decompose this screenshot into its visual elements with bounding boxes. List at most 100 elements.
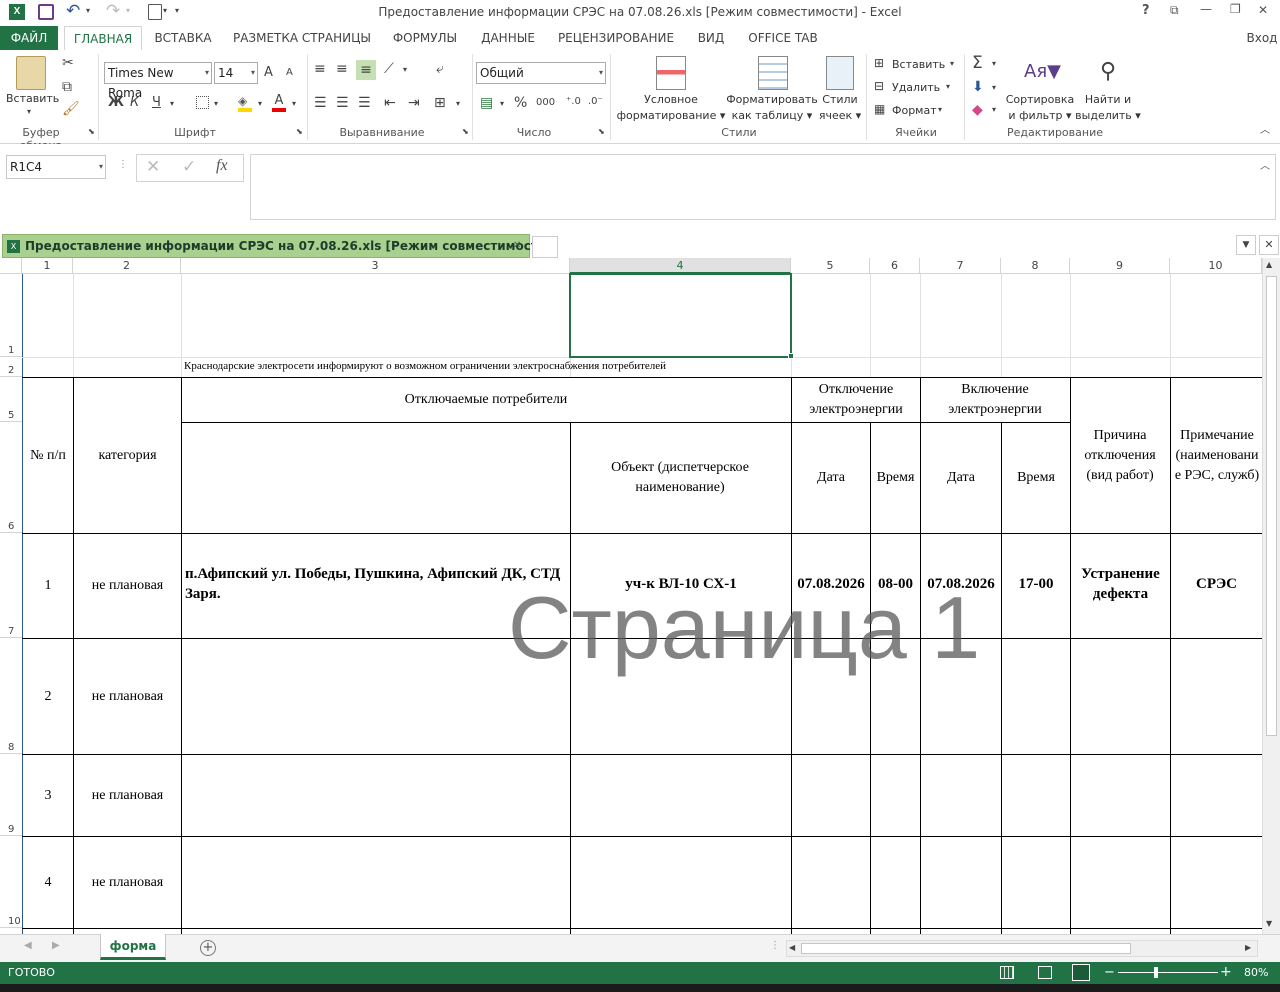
autosum-dropdown-icon[interactable]: ▾ <box>992 60 996 68</box>
delete-cells-dropdown-icon[interactable]: ▾ <box>946 83 950 91</box>
row-header[interactable]: 9 <box>0 754 22 836</box>
header-on-time[interactable]: Время <box>1002 423 1070 533</box>
close-tab-icon[interactable]: ✕ <box>513 241 521 251</box>
row-num[interactable]: 2 <box>23 639 73 754</box>
column-header[interactable]: 8 <box>1001 258 1070 274</box>
tab-insert[interactable]: ВСТАВКА <box>148 26 218 50</box>
cell-styles-icon[interactable] <box>826 56 854 90</box>
format-as-table-button[interactable]: Форматировать как таблицу ▾ <box>724 92 820 124</box>
column-header[interactable]: 9 <box>1070 258 1170 274</box>
redo-dropdown-icon[interactable]: ▾ <box>126 7 130 15</box>
row-on-time[interactable]: 17-00 <box>1002 534 1070 638</box>
scroll-up-icon[interactable]: ▲ <box>1266 261 1272 269</box>
row-note[interactable]: СРЭС <box>1171 534 1262 638</box>
fill-icon[interactable]: ⬇ <box>972 80 984 94</box>
tab-data[interactable]: ДАННЫЕ <box>474 26 542 50</box>
sheet-title-line[interactable]: Краснодарские электросети информируют о … <box>184 360 666 372</box>
insert-cells-dropdown-icon[interactable]: ▾ <box>950 60 954 68</box>
tab-office-tab[interactable]: OFFICE TAB <box>742 26 824 50</box>
insert-function-icon[interactable]: fx <box>216 158 228 174</box>
clear-icon[interactable]: ◆ <box>972 103 983 117</box>
wrap-text-icon[interactable]: ⤶ <box>436 62 444 76</box>
undo-dropdown-icon[interactable]: ▾ <box>86 7 90 15</box>
sort-filter-icon[interactable]: Aя▼ <box>1024 56 1061 88</box>
sort-filter-button[interactable]: Сортировка и фильтр ▾ <box>1004 92 1076 124</box>
row-num[interactable]: 1 <box>23 534 73 638</box>
conditional-formatting-button[interactable]: Условное форматирование ▾ <box>614 92 728 124</box>
dialog-launcher-icon[interactable]: ⬊ <box>296 128 303 136</box>
font-color-icon[interactable]: A <box>272 93 286 112</box>
column-header[interactable]: 1 <box>22 258 73 274</box>
borders-dropdown-icon[interactable]: ▾ <box>214 100 218 108</box>
column-header[interactable]: 6 <box>870 258 920 274</box>
row-header[interactable]: 1 <box>0 274 22 357</box>
dialog-launcher-icon[interactable]: ⬊ <box>88 128 95 136</box>
collapse-ribbon-icon[interactable]: ︿ <box>1260 126 1270 136</box>
bold-button[interactable]: Ж <box>108 96 124 109</box>
select-all-corner[interactable] <box>0 258 22 274</box>
new-tab-button[interactable] <box>532 236 558 258</box>
decrease-decimal-icon[interactable]: .0⁻ <box>588 97 603 107</box>
insert-cells-icon[interactable]: ⊞ <box>874 57 884 69</box>
column-header[interactable]: 10 <box>1170 258 1262 274</box>
collapse-formula-icon[interactable]: ︿ <box>1260 162 1270 172</box>
dialog-launcher-icon[interactable]: ⬊ <box>598 128 605 136</box>
accounting-format-icon[interactable]: ▤ <box>480 96 493 110</box>
row-header[interactable]: 5 <box>0 377 22 422</box>
row-category[interactable]: не плановая <box>74 639 181 754</box>
add-sheet-button[interactable]: + <box>200 940 216 956</box>
format-cells-icon[interactable]: ▦ <box>874 103 885 115</box>
underline-button[interactable]: Ч <box>152 96 161 109</box>
row-reason[interactable]: Устранение дефекта <box>1071 534 1170 638</box>
insert-cells-button[interactable]: Вставить <box>892 58 945 71</box>
autosum-icon[interactable]: Σ <box>972 55 983 72</box>
vertical-scrollbar[interactable]: ▲ ▼ <box>1262 258 1280 934</box>
column-header[interactable]: 3 <box>181 258 570 274</box>
zoom-out-button[interactable]: − <box>1104 965 1115 980</box>
row-category[interactable]: не плановая <box>74 534 181 638</box>
scroll-right-icon[interactable]: ▶ <box>1245 944 1251 952</box>
align-middle-icon[interactable]: ≡ <box>336 62 348 76</box>
clear-dropdown-icon[interactable]: ▾ <box>992 106 996 114</box>
column-header[interactable]: 7 <box>920 258 1001 274</box>
row-header[interactable]: 6 <box>0 422 22 533</box>
header-category[interactable]: категория <box>74 378 181 533</box>
format-cells-button[interactable]: Формат <box>892 104 937 117</box>
formula-input[interactable] <box>250 154 1276 220</box>
font-color-dropdown-icon[interactable]: ▾ <box>292 100 296 108</box>
accounting-dropdown-icon[interactable]: ▾ <box>500 100 504 108</box>
selected-cell[interactable] <box>569 273 792 358</box>
header-off-time[interactable]: Время <box>871 423 920 533</box>
orientation-dropdown-icon[interactable]: ▾ <box>403 66 407 74</box>
header-consumers[interactable]: Отключаемые потребители <box>182 378 790 422</box>
header-note[interactable]: Примечание (наименовани е РЭС, служб) <box>1172 378 1262 533</box>
paste-dropdown-icon[interactable]: ▾ <box>27 108 31 116</box>
row-header[interactable]: 7 <box>0 533 22 638</box>
tab-page-layout[interactable]: РАЗМЕТКА СТРАНИЦЫ <box>226 26 378 50</box>
zoom-slider-thumb[interactable] <box>1154 967 1158 978</box>
workbook-tab[interactable]: X Предоставление информации СРЭС на 07.0… <box>2 234 552 258</box>
paste-button[interactable]: Вставить <box>6 92 59 105</box>
cell-styles-button[interactable]: Стили ячеек ▾ <box>818 92 862 124</box>
hscroll-thumb[interactable] <box>801 943 1131 954</box>
zoom-level[interactable]: 80% <box>1244 966 1268 979</box>
row-category[interactable]: не плановая <box>74 755 181 836</box>
column-header-selected[interactable]: 4 <box>570 258 791 274</box>
tab-formulas[interactable]: ФОРМУЛЫ <box>386 26 464 50</box>
header-num[interactable]: № п/п <box>23 378 73 533</box>
number-format-combo[interactable]: Общий ▾ <box>476 62 606 84</box>
align-left-icon[interactable]: ☰ <box>314 96 327 110</box>
tab-home[interactable]: ГЛАВНАЯ <box>64 26 142 51</box>
tab-view[interactable]: ВИД <box>690 26 732 50</box>
page-layout-view-icon[interactable] <box>1038 966 1052 979</box>
next-sheet-icon[interactable]: ▶ <box>52 941 60 951</box>
row-category[interactable]: не плановая <box>74 837 181 928</box>
help-icon[interactable]: ? <box>1142 4 1150 17</box>
align-bottom-icon[interactable]: ≡ <box>356 60 376 80</box>
horizontal-scrollbar[interactable]: ◀ ▶ <box>786 940 1258 957</box>
delete-cells-icon[interactable]: ⊟ <box>874 80 884 92</box>
italic-button[interactable]: К <box>130 96 139 109</box>
merge-center-icon[interactable]: ⊞ <box>434 96 446 110</box>
column-header[interactable]: 2 <box>73 258 181 274</box>
name-box[interactable]: R1C4 ▾ <box>6 155 106 179</box>
